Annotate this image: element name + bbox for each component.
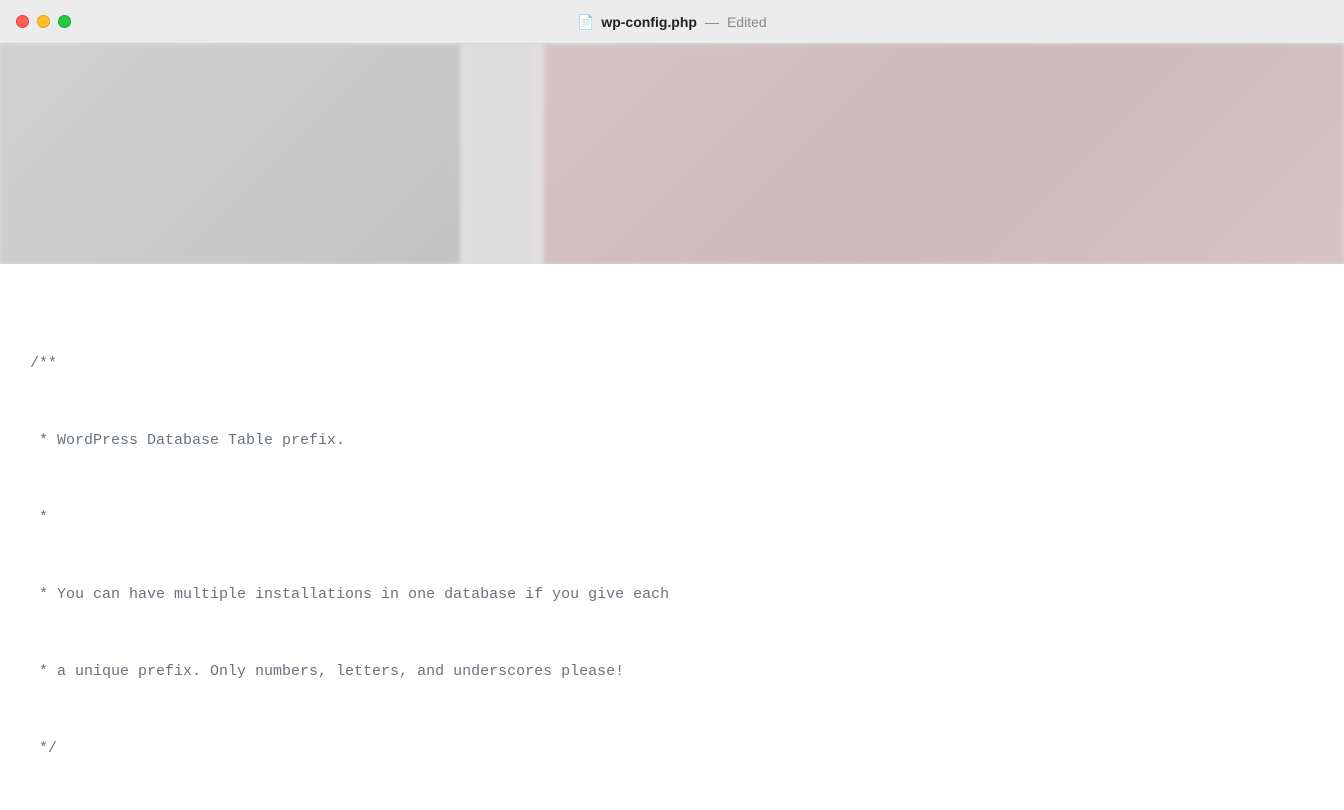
blurred-section (0, 44, 1344, 264)
code-line: * (0, 505, 1344, 531)
code-line: /** (0, 351, 1344, 377)
minimize-button[interactable] (37, 15, 50, 28)
file-icon: 📄 (577, 14, 593, 30)
code-line: * You can have multiple installations in… (0, 582, 1344, 608)
titlebar: 📄 wp-config.php — Edited (0, 0, 1344, 44)
code-line: * a unique prefix. Only numbers, letters… (0, 659, 1344, 685)
title-separator: — (705, 14, 719, 30)
blur-right (544, 44, 1344, 264)
blur-left (0, 44, 460, 264)
traffic-lights (16, 15, 71, 28)
blur-middle (472, 44, 532, 264)
window-title: 📄 wp-config.php — Edited (577, 14, 766, 30)
code-section[interactable]: /** * WordPress Database Table prefix. *… (0, 264, 1344, 810)
code-block: /** * WordPress Database Table prefix. *… (0, 264, 1344, 810)
maximize-button[interactable] (58, 15, 71, 28)
filename: wp-config.php (601, 14, 697, 30)
code-line: * WordPress Database Table prefix. (0, 428, 1344, 454)
close-button[interactable] (16, 15, 29, 28)
edit-status: Edited (727, 14, 767, 30)
code-line: */ (0, 736, 1344, 762)
editor[interactable]: /** * WordPress Database Table prefix. *… (0, 44, 1344, 810)
